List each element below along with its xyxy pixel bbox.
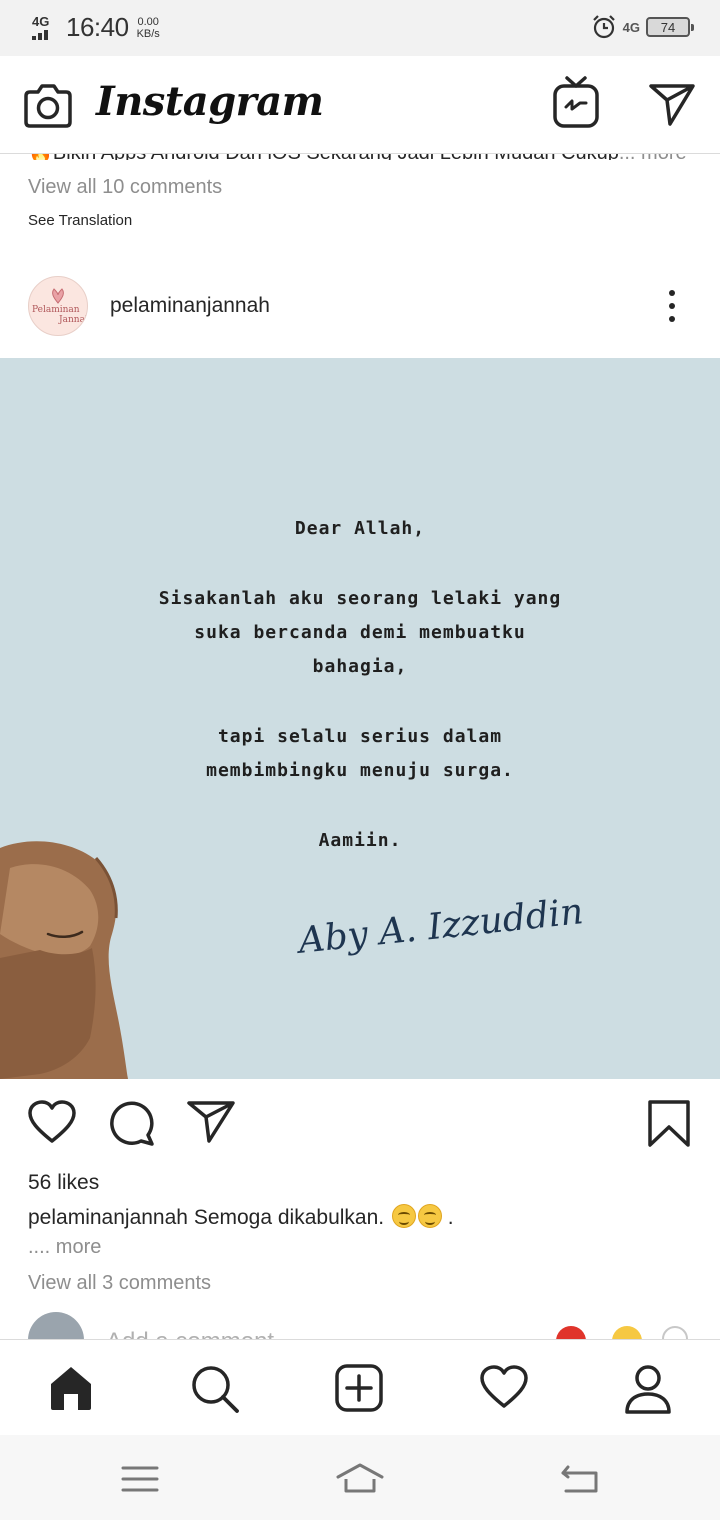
save-bookmark-icon[interactable]: [647, 1099, 691, 1149]
post-username[interactable]: pelaminanjannah: [110, 294, 270, 318]
flower-icon: [52, 288, 64, 304]
image-text-line: tapi selalu serius dalam: [217, 726, 503, 747]
image-text-line: Dear Allah,: [294, 518, 426, 539]
profile-icon[interactable]: [624, 1364, 672, 1414]
image-text-line: bahagia,: [312, 656, 408, 677]
share-icon[interactable]: [186, 1099, 236, 1145]
like-icon[interactable]: [27, 1099, 77, 1145]
home-icon[interactable]: [335, 1461, 385, 1495]
see-translation-link[interactable]: See Translation: [28, 212, 132, 229]
signal-icon: 4G: [30, 14, 54, 42]
network-type-right: 4G: [622, 19, 640, 35]
new-post-icon[interactable]: [335, 1364, 383, 1412]
avatar[interactable]: Pelaminan Jannah: [28, 276, 88, 336]
post-image[interactable]: Dear Allah, Sisakanlah aku seorang lelak…: [0, 358, 720, 1079]
caption-username[interactable]: pelaminanjannah: [28, 1206, 188, 1229]
clock: 16:40: [66, 12, 129, 42]
bottom-navigation: [0, 1339, 720, 1435]
system-navigation: [0, 1435, 720, 1520]
direct-message-icon[interactable]: [648, 82, 696, 126]
post-caption: pelaminanjannah Semoga dikabulkan. .: [28, 1204, 454, 1229]
battery-icon: 74: [646, 17, 694, 37]
view-comments-link[interactable]: View all 3 comments: [28, 1272, 211, 1295]
add-comment-row: Add a comment...: [0, 1312, 720, 1342]
menu-icon[interactable]: [121, 1465, 159, 1493]
likes-count[interactable]: 56 likes: [28, 1171, 99, 1195]
image-text-line: suka bercanda demi membuatku: [194, 622, 526, 643]
image-text-line: membimbingku menuju surga.: [206, 760, 514, 781]
hijab-illustration: [0, 841, 128, 1079]
instagram-logo: Instagram: [96, 78, 324, 125]
search-icon[interactable]: [190, 1364, 240, 1414]
smiling-face-emoji: [391, 1204, 416, 1228]
previous-view-comments-link[interactable]: View all 10 comments: [28, 176, 222, 199]
smiling-face-emoji: [417, 1204, 442, 1228]
status-bar: 4G 16:40 0.00 KB/s 4G 74: [0, 0, 720, 56]
home-icon[interactable]: [47, 1364, 95, 1412]
more-options-icon[interactable]: [668, 290, 676, 326]
alarm-icon: [592, 15, 615, 39]
activity-icon[interactable]: [479, 1364, 529, 1410]
caption-text: Semoga dikabulkan.: [193, 1206, 385, 1229]
post-header: Pelaminan Jannah pelaminanjannah: [0, 276, 720, 338]
camera-icon[interactable]: [24, 82, 72, 128]
caption-more-link[interactable]: .... more: [28, 1236, 101, 1259]
app-header: Instagram: [0, 56, 720, 154]
igtv-icon[interactable]: [553, 76, 599, 128]
network-type: 4G: [32, 13, 50, 29]
image-text-line: Sisakanlah aku seorang lelaki yang: [158, 588, 562, 609]
user-avatar: [28, 1312, 84, 1342]
image-signature: Aby A. Izzuddin: [296, 891, 586, 962]
back-icon[interactable]: [560, 1463, 600, 1495]
network-speed: 0.00 KB/s: [136, 15, 160, 40]
comment-icon[interactable]: [108, 1099, 156, 1147]
post-actions: [0, 1099, 720, 1151]
